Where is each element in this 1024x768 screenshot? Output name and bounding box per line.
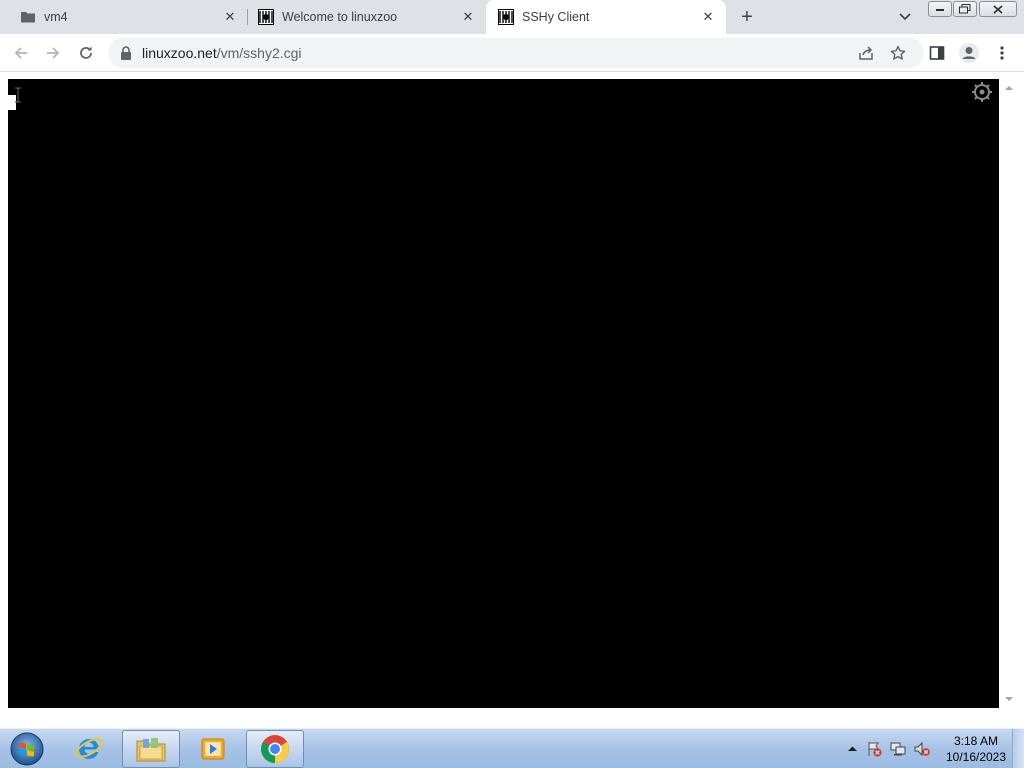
page-content bbox=[0, 73, 1024, 728]
minimize-button[interactable] bbox=[928, 1, 952, 17]
linuxzoo-favicon-icon bbox=[258, 9, 274, 25]
chevron-up-icon bbox=[847, 746, 857, 751]
url-domain: linuxzoo.net bbox=[142, 45, 217, 61]
scroll-down-arrow-icon[interactable] bbox=[1002, 694, 1016, 704]
system-tray: 3:18 AM 10/16/2023 bbox=[840, 729, 1024, 768]
arrow-right-icon bbox=[47, 47, 60, 59]
tab-strip: vm4 ✕ Welcome to linuxzoo ✕ SSHy Client … bbox=[0, 0, 1024, 34]
reload-button[interactable] bbox=[74, 41, 98, 65]
clock-date: 10/16/2023 bbox=[945, 750, 1007, 764]
page-scrollbar[interactable] bbox=[1002, 79, 1016, 708]
windows-logo-icon bbox=[10, 732, 44, 766]
action-center-icon[interactable] bbox=[866, 741, 882, 757]
tab-welcome-to-linuxzoo[interactable]: Welcome to linuxzoo ✕ bbox=[248, 0, 486, 34]
star-icon bbox=[890, 45, 906, 60]
windows-taskbar: 3:18 AM 10/16/2023 bbox=[0, 728, 1024, 768]
close-window-button[interactable] bbox=[979, 1, 1017, 17]
share-button[interactable] bbox=[854, 41, 878, 65]
settings-gear-icon[interactable] bbox=[971, 81, 993, 103]
menu-button[interactable] bbox=[990, 41, 1014, 65]
tab-sshy-client[interactable]: SSHy Client ✕ bbox=[486, 0, 726, 34]
scroll-up-arrow-icon[interactable] bbox=[1002, 83, 1016, 93]
profile-button[interactable] bbox=[957, 41, 981, 65]
forward-button[interactable] bbox=[41, 41, 65, 65]
new-tab-button[interactable]: + bbox=[737, 6, 757, 28]
taskbar-windows-explorer[interactable] bbox=[122, 730, 180, 768]
linuxzoo-favicon-icon bbox=[498, 9, 514, 25]
show-hidden-icons-button[interactable] bbox=[844, 741, 860, 757]
side-panel-icon bbox=[929, 46, 945, 60]
taskbar-google-chrome[interactable] bbox=[246, 730, 304, 768]
url-path: /vm/sshy2.cgi bbox=[216, 45, 302, 61]
internet-explorer-icon bbox=[75, 738, 103, 759]
close-icon[interactable]: ✕ bbox=[222, 9, 238, 25]
lock-icon[interactable] bbox=[120, 46, 132, 60]
minimize-icon bbox=[936, 9, 944, 11]
arrow-left-icon bbox=[14, 47, 27, 59]
share-icon bbox=[859, 46, 873, 60]
chrome-icon bbox=[261, 735, 289, 763]
avatar-icon bbox=[959, 43, 979, 63]
screen: vm4 ✕ Welcome to linuxzoo ✕ SSHy Client … bbox=[0, 0, 1024, 768]
tab-title: Welcome to linuxzoo bbox=[282, 10, 398, 24]
back-button[interactable] bbox=[9, 41, 33, 65]
clock-time: 3:18 AM bbox=[953, 734, 999, 748]
folder-library-icon bbox=[136, 738, 166, 762]
close-icon[interactable]: ✕ bbox=[460, 9, 476, 25]
media-player-icon bbox=[201, 738, 225, 760]
close-icon bbox=[993, 4, 1003, 14]
restore-button[interactable] bbox=[953, 1, 977, 17]
tab-search-chevron-down-icon[interactable] bbox=[896, 9, 914, 25]
start-button[interactable] bbox=[5, 730, 49, 768]
ssh-terminal[interactable] bbox=[8, 79, 999, 708]
url-text[interactable]: linuxzoo.net/vm/sshy2.cgi bbox=[142, 45, 302, 61]
taskbar-internet-explorer[interactable] bbox=[60, 730, 118, 768]
show-desktop-button[interactable] bbox=[1012, 729, 1024, 768]
bookmark-button[interactable] bbox=[886, 41, 910, 65]
taskbar-clock[interactable]: 3:18 AM 10/16/2023 bbox=[940, 733, 1012, 765]
taskbar-media-player[interactable] bbox=[184, 730, 242, 768]
more-vertical-icon bbox=[1000, 46, 1004, 60]
browser-toolbar: linuxzoo.net/vm/sshy2.cgi bbox=[0, 34, 1024, 72]
tab-vm4[interactable]: vm4 ✕ bbox=[0, 0, 248, 34]
folder-icon bbox=[20, 9, 36, 25]
text-cursor-ibeam-icon bbox=[15, 87, 21, 103]
side-panel-button[interactable] bbox=[925, 41, 949, 65]
network-icon[interactable] bbox=[890, 741, 906, 757]
volume-muted-icon[interactable] bbox=[914, 741, 930, 757]
tab-title: SSHy Client bbox=[522, 10, 590, 24]
tab-title: vm4 bbox=[44, 10, 68, 24]
address-bar[interactable]: linuxzoo.net/vm/sshy2.cgi bbox=[108, 38, 924, 68]
restore-icon bbox=[959, 4, 971, 14]
reload-icon bbox=[80, 46, 92, 59]
close-icon[interactable]: ✕ bbox=[700, 9, 716, 25]
